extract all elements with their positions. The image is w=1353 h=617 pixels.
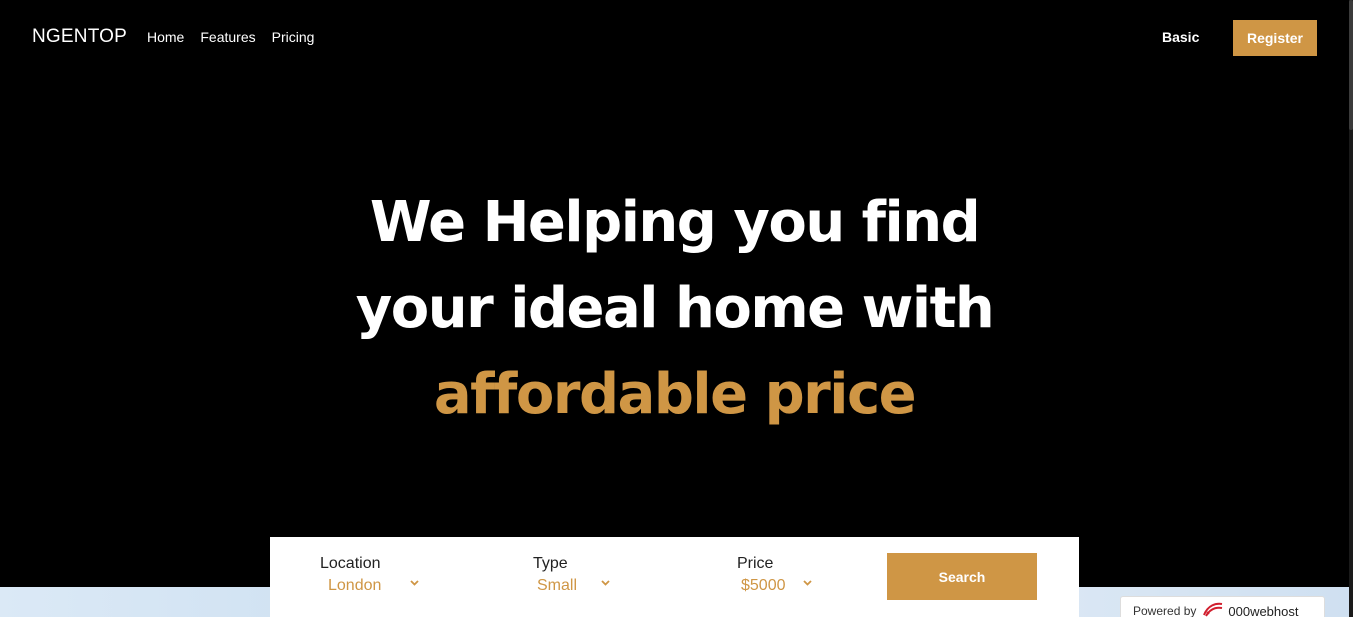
hero-line-1: We Helping you find: [369, 190, 981, 255]
search-panel: Location London Type Small Price $5000 S…: [270, 537, 1079, 617]
basic-link[interactable]: Basic: [1162, 29, 1199, 45]
register-button[interactable]: Register: [1233, 20, 1317, 56]
hero-line-3-accent: affordable price: [433, 362, 917, 427]
page: NGENTOP Home Features Pricing Basic Regi…: [0, 0, 1353, 617]
page-scrollbar[interactable]: [1349, 0, 1353, 617]
site-header: NGENTOP Home Features Pricing Basic Regi…: [0, 0, 1349, 76]
powered-by-label: Powered by: [1133, 604, 1197, 617]
powered-by-badge[interactable]: Powered by 000webhost: [1120, 596, 1325, 617]
hero-line-2: your ideal home with: [355, 276, 995, 341]
price-field: Price $5000: [737, 555, 812, 595]
site-logo[interactable]: NGENTOP: [32, 26, 127, 48]
main-nav: Home Features Pricing: [147, 29, 314, 45]
powered-by-brand: 000webhost: [1228, 604, 1299, 617]
nav-pricing-link[interactable]: Pricing: [272, 29, 315, 45]
type-select[interactable]: Small: [533, 577, 610, 595]
nav-home-link[interactable]: Home: [147, 29, 184, 45]
search-button[interactable]: Search: [887, 553, 1037, 600]
type-field: Type Small: [533, 555, 610, 595]
type-value: Small: [537, 577, 578, 594]
price-select[interactable]: $5000: [737, 577, 812, 595]
nav-features-link[interactable]: Features: [200, 29, 255, 45]
chevron-down-icon: [410, 580, 419, 588]
location-field: Location London: [320, 555, 419, 595]
location-label: Location: [320, 555, 381, 572]
location-select[interactable]: London: [320, 577, 419, 595]
chevron-down-icon: [601, 580, 610, 588]
000webhost-logo-icon: [1202, 601, 1224, 617]
location-value: London: [328, 577, 382, 594]
price-label: Price: [737, 555, 774, 572]
type-label: Type: [533, 555, 568, 572]
scrollbar-thumb[interactable]: [1349, 0, 1353, 130]
price-value: $5000: [741, 577, 786, 594]
chevron-down-icon: [803, 580, 812, 588]
hero-heading: We Helping you find your ideal home with…: [0, 180, 1349, 438]
